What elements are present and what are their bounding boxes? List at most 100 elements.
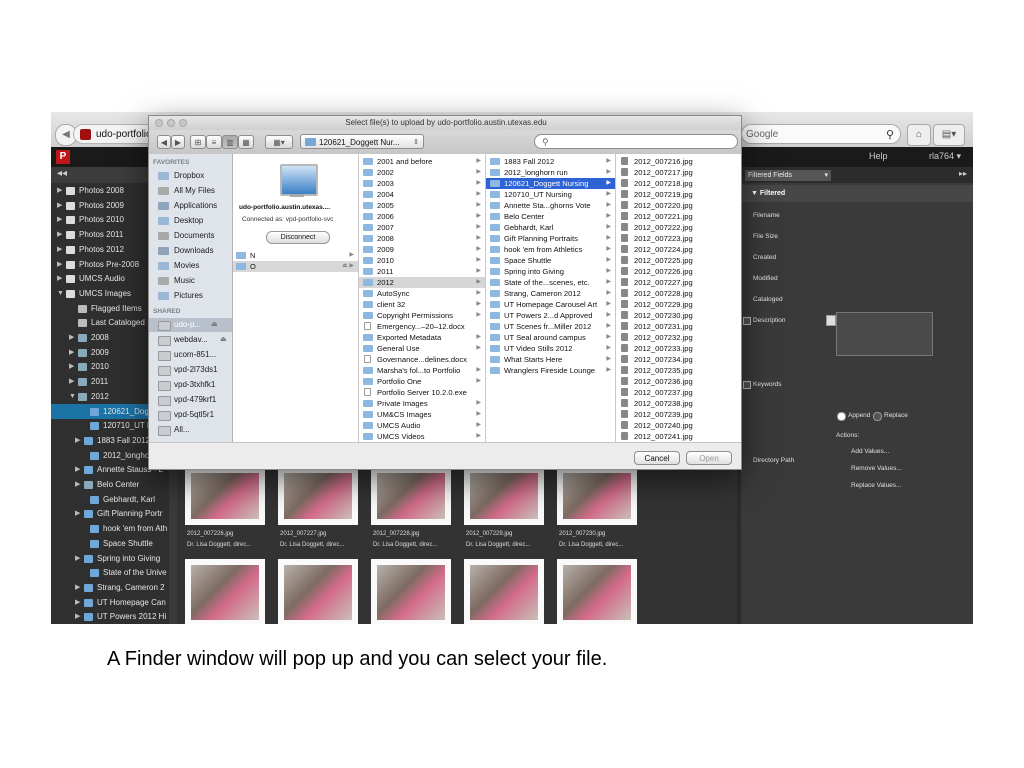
folder-row[interactable]: Strang, Cameron 2012 ▶ [486, 288, 615, 299]
folder-row[interactable]: Gift Planning Portraits ▶ [486, 233, 615, 244]
thumbnail[interactable] [278, 467, 358, 525]
folder-row[interactable]: 1883 Fall 2012 ▶ [486, 156, 615, 167]
home-button[interactable]: ⌂ [907, 124, 931, 146]
sidebar-item[interactable]: ▶ UT Powers 2012 Hi [51, 609, 169, 624]
folder-row[interactable]: Wranglers Fireside Lounge ▶ [486, 365, 615, 376]
folder-row[interactable]: 2012_longhorn run ▶ [486, 167, 615, 178]
file-row[interactable]: 2012_007220.jpg [616, 200, 741, 211]
folder-row[interactable]: UT Video Stills 2012 ▶ [486, 343, 615, 354]
sidebar-item[interactable]: ▶ Belo Center [51, 477, 169, 492]
chevron-right-icon[interactable]: ▶ [75, 433, 80, 448]
file-row[interactable]: 2012_007223.jpg [616, 233, 741, 244]
filtered-section-header[interactable]: ▼ Filtered [741, 185, 973, 202]
file-row[interactable]: 2012_007235.jpg [616, 365, 741, 376]
file-row[interactable]: 2012_007229.jpg [616, 299, 741, 310]
server-volume[interactable]: N ▶ [233, 250, 358, 261]
filtered-fields-dropdown[interactable]: Filtered Fields ▾ [745, 170, 831, 181]
folder-row[interactable]: Copyright Permissions ▶ [359, 310, 485, 321]
folder-row[interactable]: Belo Center ▶ [486, 211, 615, 222]
sidebar-item[interactable]: hook 'em from Ath [51, 521, 169, 536]
chevron-right-icon[interactable]: ▶ [69, 345, 74, 360]
folder-row[interactable]: 2003 ▶ [359, 178, 485, 189]
folder-row[interactable]: 2010 ▶ [359, 255, 485, 266]
folder-row[interactable]: 2009 ▶ [359, 244, 485, 255]
replace-radio[interactable] [873, 412, 882, 421]
thumbnail[interactable] [185, 559, 265, 624]
chevron-down-icon[interactable]: ▼ [69, 389, 76, 404]
folder-row[interactable]: 120710_UT Nursing ▶ [486, 189, 615, 200]
chevron-right-icon[interactable]: ▶ [57, 242, 62, 257]
folder-row[interactable]: 2012 ▶ [359, 277, 485, 288]
icon-view-button[interactable]: ⊞ [190, 135, 206, 149]
field-checkbox[interactable] [743, 317, 751, 325]
file-row[interactable]: 2012_007233.jpg [616, 343, 741, 354]
sidebar-item[interactable]: Space Shuttle [51, 536, 169, 551]
folder-row[interactable]: UT Scenes fr...Miller 2012 ▶ [486, 321, 615, 332]
folder-row[interactable]: 2011 ▶ [359, 266, 485, 277]
server-volume[interactable]: O ⏏ ▶ [233, 261, 358, 272]
file-row[interactable]: 2012_007217.jpg [616, 167, 741, 178]
sidebar-item[interactable]: State of the Unive [51, 565, 169, 580]
file-row[interactable]: 2012_007238.jpg [616, 398, 741, 409]
file-row[interactable]: 2012_007216.jpg [616, 156, 741, 167]
chevron-right-icon[interactable]: ▶ [75, 580, 80, 595]
folder-row[interactable]: Governance...delines.docx [359, 354, 485, 365]
chevron-right-icon[interactable]: ▶ [75, 551, 80, 566]
add-values-link[interactable]: Add Values... [851, 448, 889, 455]
file-row[interactable]: 2012_007226.jpg [616, 266, 741, 277]
eject-icon[interactable]: ⏏ [220, 333, 227, 347]
list-view-button[interactable]: ≡ [206, 135, 222, 149]
folder-row[interactable]: Gebhardt, Karl ▶ [486, 222, 615, 233]
sidebar-item[interactable]: ▶ Gift Planning Portr [51, 506, 169, 521]
column-view-button[interactable]: ▥ [222, 135, 238, 149]
path-popup[interactable]: 120621_Doggett Nur... ⇕ [300, 134, 424, 149]
thumbnail[interactable] [464, 559, 544, 624]
chevron-right-icon[interactable]: ▶ [57, 257, 62, 272]
chevron-right-icon[interactable]: ▶ [57, 198, 62, 213]
cancel-button[interactable]: Cancel [634, 451, 680, 465]
open-button[interactable]: Open [686, 451, 732, 465]
panel-expand-icon[interactable]: ▸▸ [959, 169, 967, 178]
file-row[interactable]: 2012_007222.jpg [616, 222, 741, 233]
file-row[interactable]: 2012_007228.jpg [616, 288, 741, 299]
help-menu[interactable]: Help [869, 151, 888, 161]
google-search-field[interactable]: Google ⚲ [741, 124, 901, 144]
browser-menu-button[interactable]: ▤▾ [933, 124, 965, 146]
folder-row[interactable]: Space Shuttle ▶ [486, 255, 615, 266]
chevron-right-icon[interactable]: ▶ [75, 506, 80, 521]
eject-icon[interactable]: ⏏ [211, 318, 218, 332]
folder-row[interactable]: 2008 ▶ [359, 233, 485, 244]
file-row[interactable]: 2012_007236.jpg [616, 376, 741, 387]
folder-row[interactable]: client 32 ▶ [359, 299, 485, 310]
file-row[interactable]: 2012_007231.jpg [616, 321, 741, 332]
file-row[interactable]: 2012_007225.jpg [616, 255, 741, 266]
folder-row[interactable]: Exported Metadata ▶ [359, 332, 485, 343]
thumbnail[interactable] [371, 467, 451, 525]
chevron-right-icon[interactable]: ▶ [75, 609, 80, 624]
field-checkbox[interactable] [743, 381, 751, 389]
chevron-right-icon[interactable]: ▶ [69, 374, 74, 389]
sidebar-item[interactable]: ▶ Strang, Cameron 2 [51, 580, 169, 595]
folder-row[interactable]: Emergency...–20–12.docx [359, 321, 485, 332]
chevron-right-icon[interactable]: ▶ [57, 227, 62, 242]
dialog-search-field[interactable]: ⚲ [534, 134, 738, 149]
thumbnail[interactable] [557, 559, 637, 624]
file-row[interactable]: 2012_007232.jpg [616, 332, 741, 343]
sidebar-collapse-icon[interactable]: ◂◂ [57, 168, 67, 179]
folder-row[interactable]: Annette Sta...ghorns Vote ▶ [486, 200, 615, 211]
chevron-right-icon[interactable]: ▶ [57, 271, 62, 286]
file-row[interactable]: 2012_007218.jpg [616, 178, 741, 189]
file-row[interactable]: 2012_007239.jpg [616, 409, 741, 420]
remove-values-link[interactable]: Remove Values... [851, 465, 902, 472]
sidebar-item[interactable]: ▶ Spring into Giving [51, 551, 169, 566]
folder-row[interactable]: 2005 ▶ [359, 200, 485, 211]
folder-row[interactable]: UMCS Videos ▶ [359, 431, 485, 442]
folder-row[interactable]: 120621_Doggett Nursing ▶ [486, 178, 615, 189]
chevron-right-icon[interactable]: ▶ [57, 183, 62, 198]
sidebar-item-shared[interactable]: udo-p... ⏏ [149, 318, 232, 332]
thumbnail[interactable] [464, 467, 544, 525]
close-window-icon[interactable] [155, 119, 163, 127]
folder-row[interactable]: AutoSync ▶ [359, 288, 485, 299]
folder-row[interactable]: UT Seal around campus ▶ [486, 332, 615, 343]
folder-row[interactable]: State of the...scenes, etc. ▶ [486, 277, 615, 288]
